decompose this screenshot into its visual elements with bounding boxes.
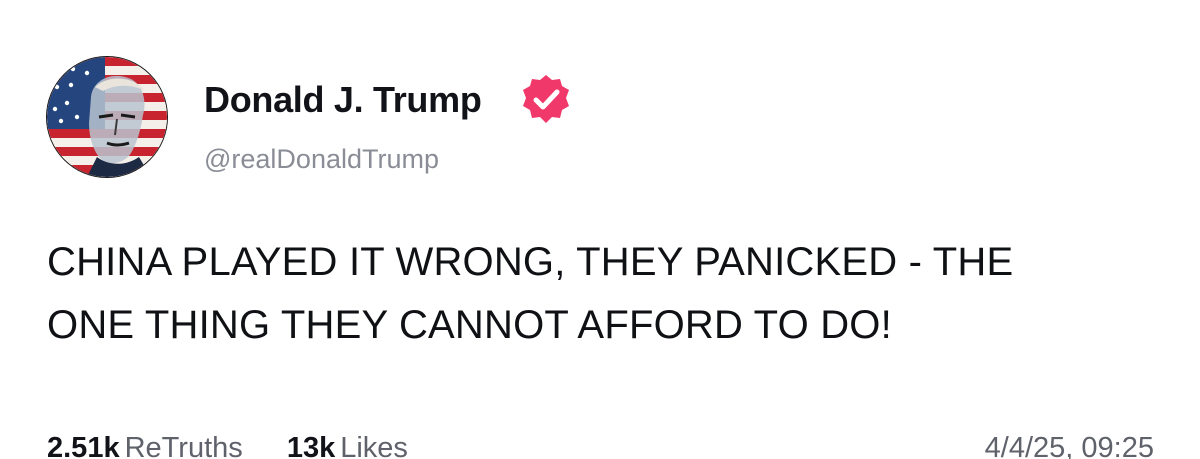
retruths-stat[interactable]: 2.51k ReTruths [47,428,243,459]
post-timestamp: 4/4/25, 09:25 [984,432,1154,459]
post-text: CHINA PLAYED IT WRONG, THEY PANICKED - T… [47,231,1157,357]
author-display-name[interactable]: Donald J. Trump [204,78,482,122]
retruths-label: ReTruths [124,432,243,459]
author-handle[interactable]: @realDonaldTrump [204,142,439,176]
verified-badge-icon [520,73,572,125]
likes-label: Likes [340,432,408,459]
author-avatar[interactable] [47,57,167,177]
likes-count: 13k [286,432,336,459]
post-text-line: ONE THING THEY CANNOT AFFORD TO DO! [47,303,892,347]
post-stats: 2.51k ReTruths 13k Likes [47,428,444,459]
truth-post: Donald J. Trump @realDonaldTrump CHINA P… [0,0,1200,459]
post-text-line: CHINA PLAYED IT WRONG, THEY PANICKED - T… [47,240,1014,284]
likes-stat[interactable]: 13k Likes [287,428,408,459]
retruths-count: 2.51k [47,432,120,459]
flag-portrait-avatar-icon [47,57,167,177]
